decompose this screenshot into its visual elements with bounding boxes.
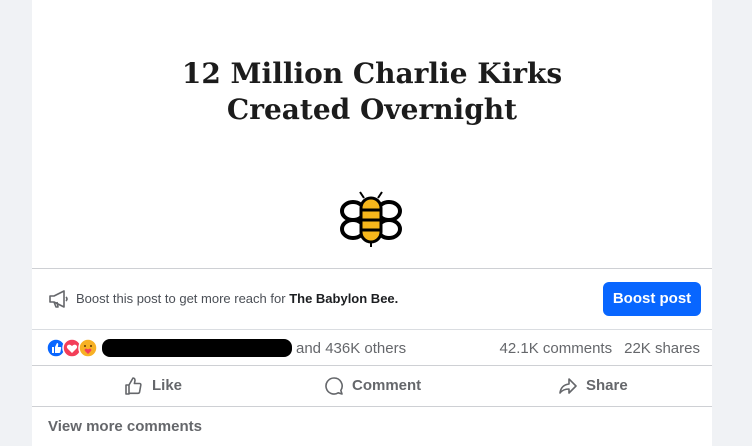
like-button[interactable]: Like — [124, 366, 194, 406]
view-more-comments-link[interactable]: View more comments — [48, 418, 202, 435]
comments-count[interactable]: 42.1K comments — [500, 340, 613, 357]
post-card: 12 Million Charlie Kirks Created Overnig… — [32, 0, 712, 446]
post-actions: Like Comment Share — [32, 365, 712, 407]
megaphone-icon — [49, 290, 68, 308]
comment-button[interactable]: Comment — [324, 366, 434, 406]
share-button[interactable]: Share — [558, 366, 638, 406]
reaction-names-tail[interactable]: and 436K others — [296, 340, 406, 357]
comment-label: Comment — [352, 377, 422, 394]
share-label: Share — [586, 377, 628, 394]
shares-count[interactable]: 22K shares — [624, 340, 700, 357]
post-image[interactable]: 12 Million Charlie Kirks Created Overnig… — [32, 0, 712, 269]
like-label: Like — [152, 377, 183, 394]
care-reaction-icon — [78, 338, 98, 358]
comment-bubble-icon — [325, 377, 343, 395]
engagement-stats: and 436K others 42.1K comments 22K shares — [32, 330, 712, 364]
boost-message: Boost this post to get more reach for Th… — [76, 291, 398, 306]
post-counts: 42.1K comments 22K shares — [500, 340, 700, 357]
headline-line-2: Created Overnight — [226, 93, 518, 126]
share-arrow-icon — [559, 378, 577, 394]
boost-text-prefix: Boost this post to get more reach for — [76, 291, 286, 306]
reactions-summary[interactable] — [46, 338, 106, 358]
post-headline: 12 Million Charlie Kirks Created Overnig… — [32, 56, 712, 128]
thumbs-up-icon — [125, 377, 142, 395]
boost-post-button[interactable]: Boost post — [603, 282, 701, 316]
boost-banner: Boost this post to get more reach for Th… — [32, 269, 712, 330]
headline-line-1: 12 Million Charlie Kirks — [181, 57, 563, 90]
boost-page-name: The Babylon Bee. — [289, 291, 399, 306]
redacted-names — [102, 339, 292, 357]
babylon-bee-logo-icon — [340, 191, 402, 247]
